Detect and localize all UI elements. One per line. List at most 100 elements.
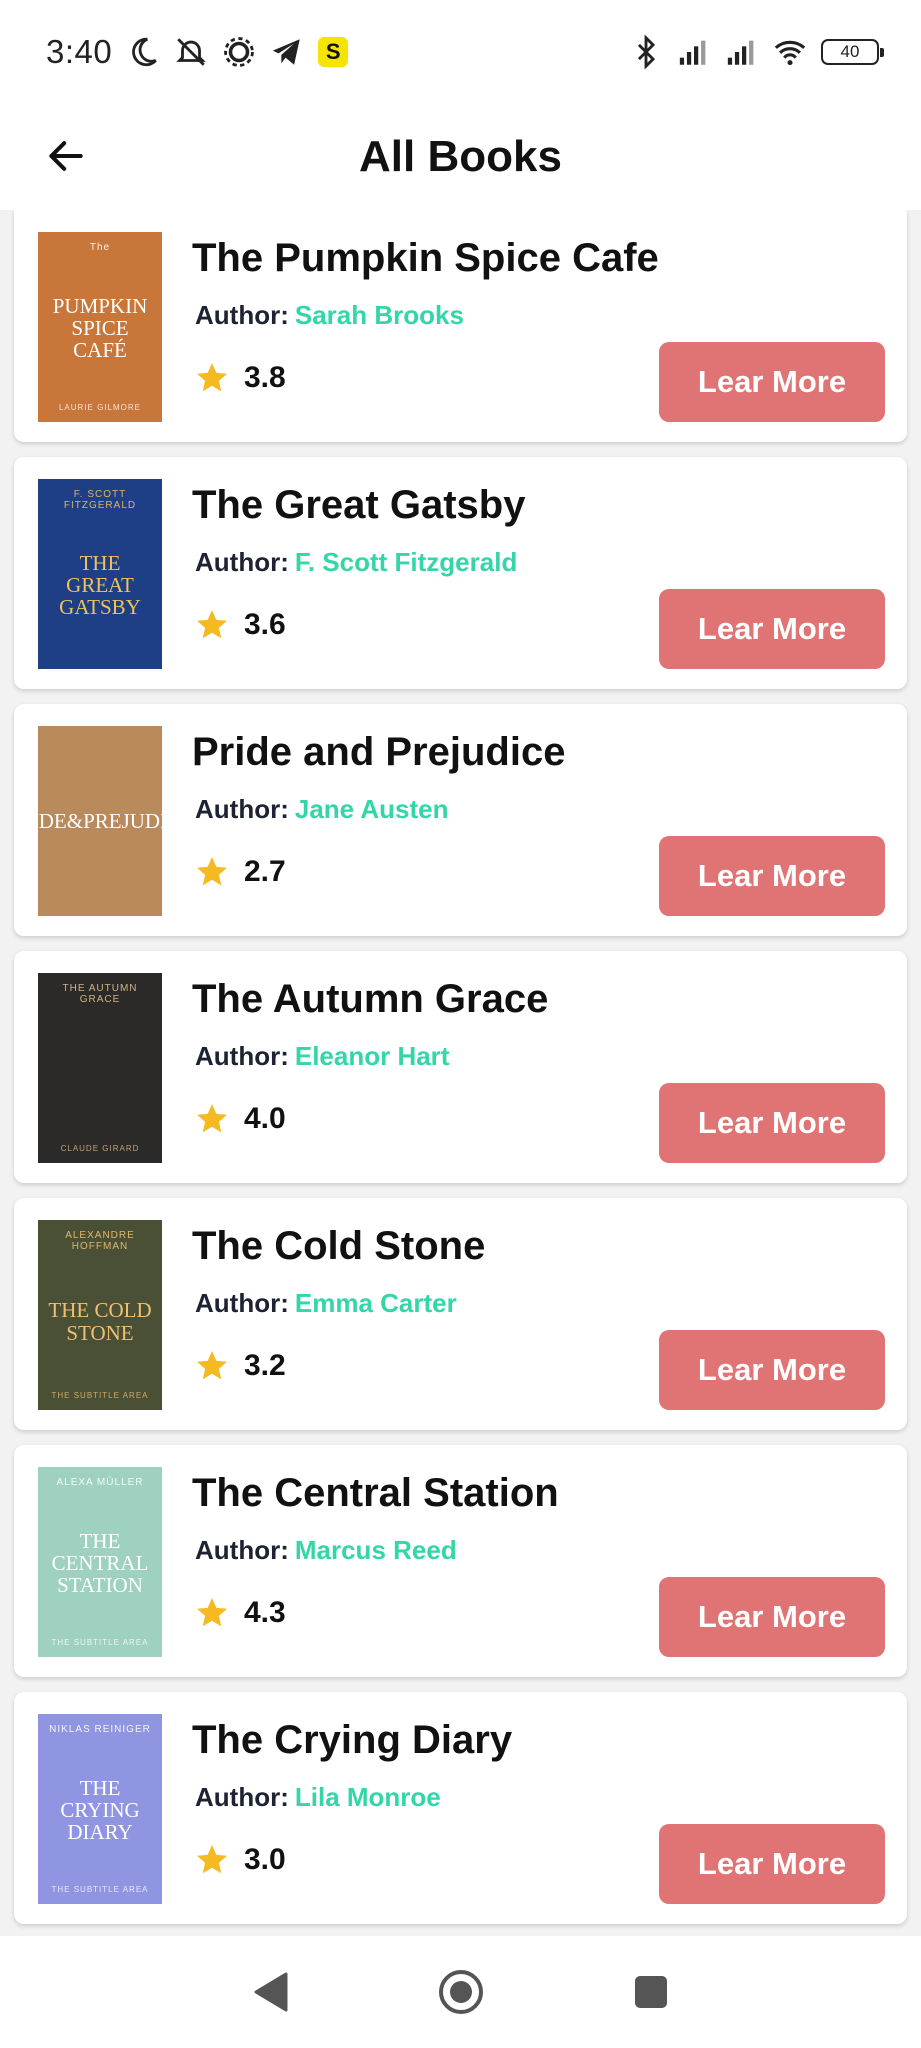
learn-more-button[interactable]: Lear More [659, 1577, 885, 1657]
cover-title-text: THE GREAT GATSBY [59, 550, 141, 620]
author-name: Sarah Brooks [294, 300, 464, 330]
author-label: Author: [195, 1288, 289, 1318]
cover-bottom-text: THE SUBTITLE AREA [51, 1637, 149, 1647]
cover-title-text: THE CRYING DIARY [60, 1775, 140, 1845]
author-name: Eleanor Hart [294, 1041, 450, 1071]
cover-title-text: THE CENTRAL STATION [51, 1528, 149, 1598]
learn-more-button[interactable]: Lear More [659, 589, 885, 669]
author-row: Author: F. Scott Fitzgerald [195, 547, 517, 578]
status-left: 3:40 S [46, 33, 349, 71]
cover-top-text: The [89, 242, 111, 253]
author-label: Author: [195, 300, 289, 330]
rating-row: 4.3 [194, 1595, 286, 1631]
author-row: Author: Lila Monroe [195, 1782, 441, 1813]
book-card[interactable]: NIKLAS REINIGER THE CRYING DIARY THE SUB… [14, 1692, 907, 1924]
star-icon [197, 857, 227, 886]
recents-square-icon [634, 1976, 667, 2008]
author-label: Author: [195, 794, 289, 824]
s-app-icon: S [318, 37, 349, 67]
system-nav-bar [0, 1936, 921, 2048]
app-bar: All Books [0, 104, 921, 210]
star-icon [197, 1845, 227, 1874]
rating-row: 4.0 [194, 1101, 286, 1137]
signal-icon [677, 35, 711, 69]
cover-top-text: ALEXA MÜLLER [56, 1477, 144, 1488]
book-title: Pride and Prejudice [192, 730, 566, 774]
cover-top-text: ALEXANDRE HOFFMAN [65, 1230, 135, 1252]
author-label: Author: [195, 1041, 289, 1071]
author-label: Author: [195, 1535, 289, 1565]
author-name: Lila Monroe [294, 1782, 441, 1812]
author-name: Emma Carter [294, 1288, 457, 1318]
nav-recents-button[interactable] [621, 1962, 681, 2022]
back-triangle-icon [254, 1972, 287, 2012]
book-cover: NIKLAS REINIGER THE CRYING DIARY THE SUB… [38, 1714, 162, 1904]
author-label: Author: [195, 547, 289, 577]
cover-title-text: THE COLD STONE [48, 1298, 152, 1345]
signal-icon [725, 35, 759, 69]
cover-bottom-text: LAURIE GILMORE [58, 402, 141, 412]
status-bar: 3:40 S 40 [0, 0, 921, 104]
book-cover: ALEXANDRE HOFFMAN THE COLD STONE THE SUB… [38, 1220, 162, 1410]
book-card[interactable]: ALEXANDRE HOFFMAN THE COLD STONE THE SUB… [14, 1198, 907, 1430]
book-cover: F. SCOTT FITZGERALD THE GREAT GATSBY [38, 479, 162, 669]
rating-value: 3.0 [244, 1843, 286, 1876]
book-card[interactable]: THE AUTUMN GRACE CLAUDE GIRARD The Autum… [14, 951, 907, 1183]
cover-top-text: THE AUTUMN GRACE [62, 983, 138, 1005]
learn-more-button[interactable]: Lear More [659, 1824, 885, 1904]
rating-row: 3.0 [194, 1842, 286, 1878]
nav-back-button[interactable] [241, 1962, 301, 2022]
arrow-left-icon [49, 141, 83, 171]
author-row: Author: Sarah Brooks [195, 300, 464, 331]
book-card[interactable]: The PUMPKIN SPICE CAFÉ LAURIE GILMORE Th… [14, 210, 907, 442]
book-card[interactable]: PRIDE&PREJUDICE Pride and Prejudice Auth… [14, 704, 907, 936]
book-title: The Central Station [192, 1471, 559, 1515]
author-name: F. Scott Fitzgerald [294, 547, 518, 577]
cover-title-text: PRIDE&PREJUDICE [38, 808, 162, 833]
author-name: Marcus Reed [294, 1535, 457, 1565]
rating-value: 3.2 [244, 1349, 286, 1382]
learn-more-button[interactable]: Lear More [659, 342, 885, 422]
cover-top-text: NIKLAS REINIGER [49, 1724, 151, 1735]
star-icon [197, 610, 227, 639]
book-title: The Cold Stone [192, 1224, 486, 1268]
star-icon [197, 1104, 227, 1133]
book-title: The Pumpkin Spice Cafe [192, 236, 659, 280]
mute-icon [174, 35, 208, 69]
book-card[interactable]: ALEXA MÜLLER THE CENTRAL STATION THE SUB… [14, 1445, 907, 1677]
home-circle-icon [438, 1970, 483, 2014]
status-right: 40 [629, 35, 884, 69]
page-title: All Books [359, 132, 562, 181]
back-button[interactable] [40, 130, 92, 182]
wifi-icon [773, 35, 807, 69]
rating-value: 4.3 [244, 1596, 286, 1629]
rating-row: 3.8 [194, 360, 286, 396]
book-cover: PRIDE&PREJUDICE [38, 726, 162, 916]
learn-more-button[interactable]: Lear More [659, 1330, 885, 1410]
settings-icon [222, 35, 256, 69]
rating-row: 3.2 [194, 1348, 286, 1384]
cover-top-text: F. SCOTT FITZGERALD [63, 489, 137, 511]
book-card[interactable]: F. SCOTT FITZGERALD THE GREAT GATSBY The… [14, 457, 907, 689]
author-row: Author: Eleanor Hart [195, 1041, 449, 1072]
telegram-icon [270, 35, 304, 69]
author-name: Jane Austen [294, 794, 449, 824]
learn-more-button[interactable]: Lear More [659, 1083, 885, 1163]
star-icon [197, 1598, 227, 1627]
learn-more-button[interactable]: Lear More [659, 836, 885, 916]
book-cover: THE AUTUMN GRACE CLAUDE GIRARD [38, 973, 162, 1163]
cover-bottom-text: THE SUBTITLE AREA [51, 1884, 149, 1894]
status-time: 3:40 [46, 33, 113, 70]
book-cover: The PUMPKIN SPICE CAFÉ LAURIE GILMORE [38, 232, 162, 422]
nav-home-button[interactable] [431, 1962, 491, 2022]
battery-icon: 40 [821, 39, 884, 65]
book-list[interactable]: The PUMPKIN SPICE CAFÉ LAURIE GILMORE Th… [0, 210, 921, 1936]
cover-bottom-text: CLAUDE GIRARD [60, 1144, 140, 1153]
rating-value: 3.6 [244, 608, 286, 641]
author-row: Author: Emma Carter [195, 1288, 457, 1319]
author-row: Author: Jane Austen [195, 794, 449, 825]
bluetooth-icon [629, 35, 663, 69]
book-cover: ALEXA MÜLLER THE CENTRAL STATION THE SUB… [38, 1467, 162, 1657]
rating-value: 4.0 [244, 1102, 286, 1135]
rating-row: 2.7 [194, 854, 286, 890]
